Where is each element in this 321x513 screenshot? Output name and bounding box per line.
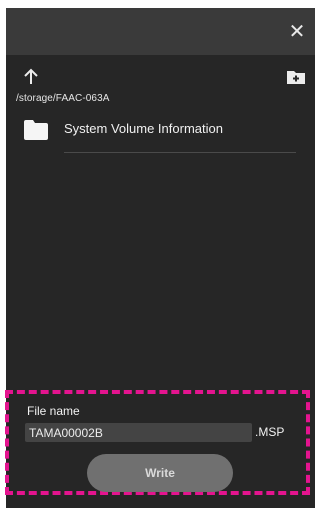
filename-input[interactable] [25,423,252,442]
file-extension: .MSP [255,425,285,439]
write-button[interactable]: Write [87,454,233,492]
new-folder-icon[interactable] [285,66,307,88]
close-icon[interactable]: ✕ [285,20,309,44]
dialog-titlebar: ✕ [6,8,315,55]
filename-label: File name [27,404,80,418]
current-path: /storage/FAAC-063A [16,93,110,104]
folder-icon [24,120,48,140]
divider [64,152,296,153]
list-item[interactable]: System Volume Information [6,116,315,160]
arrow-up-icon[interactable] [20,66,42,88]
list-item-label: System Volume Information [64,121,223,136]
